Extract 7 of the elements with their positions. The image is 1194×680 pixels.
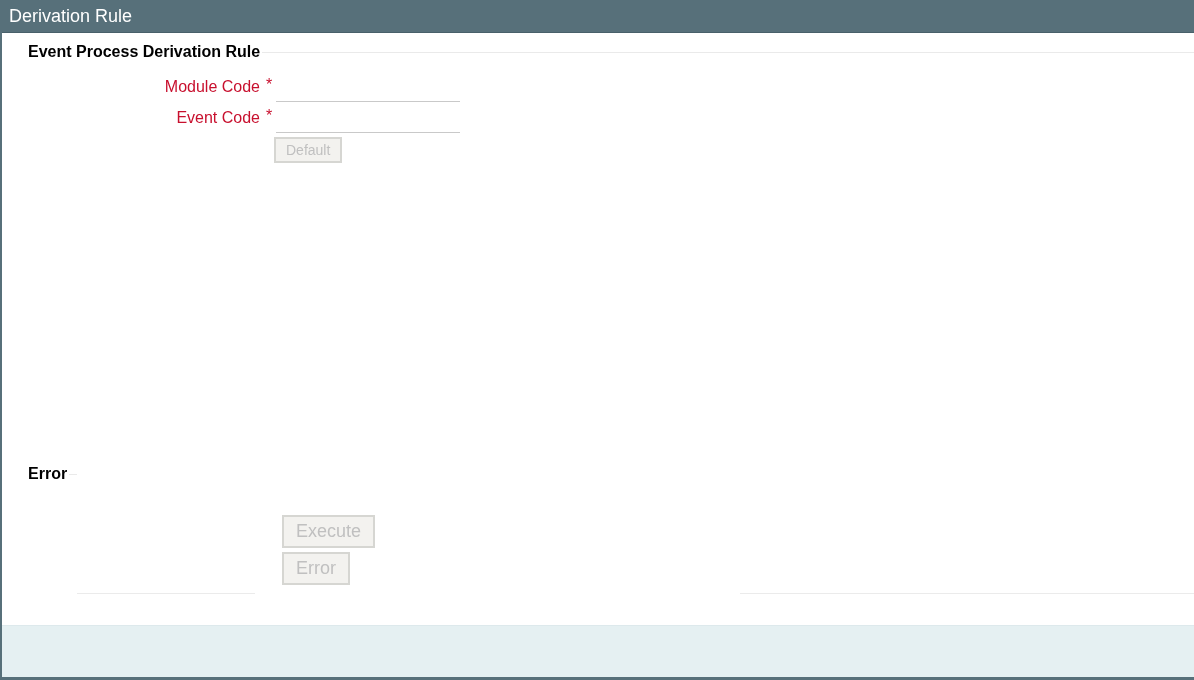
field-label: Module Code bbox=[163, 78, 260, 97]
required-marker: * bbox=[264, 76, 274, 95]
section-title: Event Process Derivation Rule bbox=[28, 43, 261, 61]
window-title: Derivation Rule bbox=[2, 0, 1194, 33]
section-title: Error bbox=[28, 465, 68, 483]
field-label: Event Code bbox=[175, 109, 260, 128]
required-marker: * bbox=[264, 107, 274, 126]
